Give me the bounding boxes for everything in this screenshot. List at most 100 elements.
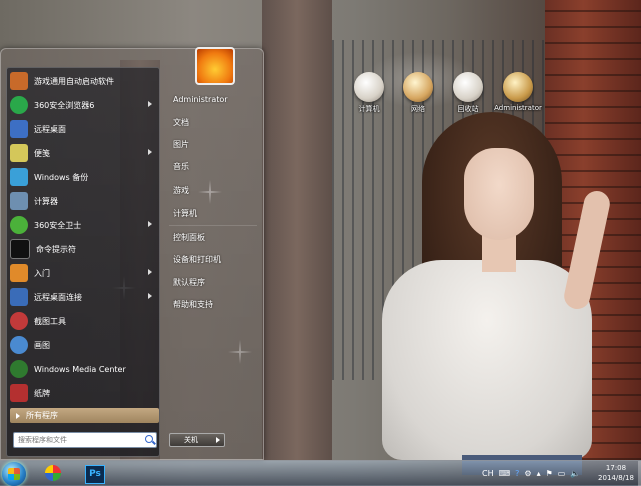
menu-divider — [169, 225, 257, 226]
clock-date: 2014/8/18 — [598, 474, 634, 482]
desktop-icon-recycle-bin[interactable]: 回收站 — [442, 72, 494, 114]
keyboard-icon[interactable]: ⌨ — [499, 469, 511, 478]
user-folder-icon — [503, 72, 533, 102]
program-label: 入门 — [34, 268, 50, 278]
game-launcher-icon — [10, 72, 28, 90]
desktop-icon-administrator[interactable]: Administrator — [492, 72, 544, 112]
program-item[interactable]: 360安全浏览器6 — [10, 94, 156, 116]
right-item-music[interactable]: 音乐 — [173, 161, 189, 172]
computer-icon — [354, 72, 384, 102]
wallpaper-blouse — [382, 260, 592, 460]
taskbar: Ps CH ⌨ ? ⚙ ▴ ⚑ ▭ 🔈 17:08 2014/8/18 — [0, 460, 641, 486]
clock-time: 17:08 — [605, 464, 627, 472]
network-icon — [403, 72, 433, 102]
submenu-arrow-icon[interactable] — [148, 221, 152, 227]
submenu-arrow-icon[interactable] — [148, 149, 152, 155]
shutdown-button[interactable]: 关机 — [169, 433, 213, 447]
wallpaper-girl-photo — [352, 110, 613, 475]
program-item[interactable]: 截图工具 — [10, 310, 156, 332]
taskbar-app-button[interactable] — [38, 463, 68, 484]
paint-icon — [10, 336, 28, 354]
all-programs-label: 所有程序 — [26, 411, 58, 420]
remote-desktop-connection-icon — [10, 288, 28, 306]
right-item-default-programs[interactable]: 默认程序 — [173, 277, 205, 288]
remote-desktop-icon — [10, 120, 28, 138]
desktop-icon-label: Administrator — [494, 104, 542, 112]
search-input[interactable] — [18, 433, 138, 447]
ime-indicator[interactable]: CH — [482, 469, 494, 478]
program-label: 远程桌面 — [34, 124, 66, 134]
calculator-icon — [10, 192, 28, 210]
program-item[interactable]: 远程桌面 — [10, 118, 156, 140]
program-item[interactable]: 远程桌面连接 — [10, 286, 156, 308]
search-icon[interactable] — [145, 435, 153, 443]
desktop-icon-network[interactable]: 网络 — [392, 72, 444, 114]
desktop-icon-computer[interactable]: 计算机 — [343, 72, 395, 114]
program-item[interactable]: 画图 — [10, 334, 156, 356]
program-label: 360安全卫士 — [34, 220, 82, 230]
program-item[interactable]: 纸牌 — [10, 382, 156, 404]
system-tray: CH ⌨ ? ⚙ ▴ ⚑ ▭ 🔈 — [482, 466, 592, 481]
settings-icon[interactable]: ⚙ — [524, 469, 531, 478]
shutdown-options-arrow-icon[interactable] — [212, 433, 225, 447]
wallpaper-face — [464, 148, 534, 240]
program-label: 计算器 — [34, 196, 58, 206]
user-account-picture[interactable] — [195, 47, 235, 85]
wallpaper-arm — [561, 188, 613, 312]
right-item-documents[interactable]: 文档 — [173, 117, 189, 128]
start-menu-programs-pane: 游戏通用自动启动软件 360安全浏览器6 远程桌面 便笺 Windows 备份 … — [6, 67, 160, 457]
right-item-user[interactable]: Administrator — [173, 95, 228, 104]
program-label: 截图工具 — [34, 316, 66, 326]
360-security-icon — [10, 216, 28, 234]
action-center-flag-icon[interactable]: ⚑ — [546, 469, 553, 478]
all-programs-button[interactable]: 所有程序 — [10, 408, 159, 423]
program-label: 便笺 — [34, 148, 50, 158]
program-label: 游戏通用自动启动软件 — [34, 76, 114, 86]
program-item[interactable]: 游戏通用自动启动软件 — [10, 70, 156, 92]
program-label: Windows Media Center — [34, 364, 126, 374]
right-item-games[interactable]: 游戏 — [173, 185, 189, 196]
volume-icon[interactable]: 🔈 — [570, 469, 580, 478]
right-item-computer[interactable]: 计算机 — [173, 208, 197, 219]
program-item[interactable]: Windows Media Center — [10, 358, 156, 380]
chevron-up-icon[interactable]: ▴ — [537, 469, 541, 478]
snipping-tool-icon — [10, 312, 28, 330]
program-item[interactable]: Windows 备份 — [10, 166, 156, 188]
program-item[interactable]: 360安全卫士 — [10, 214, 156, 236]
getting-started-icon — [10, 264, 28, 282]
arrow-right-icon — [16, 412, 20, 419]
program-item[interactable]: 计算器 — [10, 190, 156, 212]
right-item-help-support[interactable]: 帮助和支持 — [173, 299, 213, 310]
right-item-devices-printers[interactable]: 设备和打印机 — [173, 254, 221, 265]
wallpaper-pillar — [262, 0, 332, 460]
picasa-like-app-icon — [45, 465, 61, 481]
program-label: 纸牌 — [34, 388, 50, 398]
program-label: Windows 备份 — [34, 172, 89, 182]
right-item-control-panel[interactable]: 控制面板 — [173, 232, 205, 243]
program-item[interactable]: 命令提示符 — [10, 238, 156, 260]
help-icon[interactable]: ? — [515, 469, 519, 478]
start-search-box[interactable] — [13, 432, 157, 448]
start-menu: 游戏通用自动启动软件 360安全浏览器6 远程桌面 便笺 Windows 备份 … — [0, 47, 264, 460]
sticky-notes-icon — [10, 144, 28, 162]
desktop-icon-label: 网络 — [411, 105, 425, 113]
taskbar-app-button[interactable]: Ps — [80, 463, 110, 484]
media-center-icon — [10, 360, 28, 378]
program-label: 远程桌面连接 — [34, 292, 82, 302]
submenu-arrow-icon[interactable] — [148, 101, 152, 107]
clock[interactable]: 17:08 2014/8/18 — [594, 463, 638, 483]
network-tray-icon[interactable]: ▭ — [558, 469, 566, 478]
submenu-arrow-icon[interactable] — [148, 293, 152, 299]
program-item[interactable]: 入门 — [10, 262, 156, 284]
program-label: 360安全浏览器6 — [34, 100, 95, 110]
desktop-icon-label: 回收站 — [457, 105, 479, 113]
program-label: 命令提示符 — [36, 244, 76, 254]
solitaire-icon — [10, 384, 28, 402]
photoshop-icon: Ps — [85, 465, 105, 484]
command-prompt-icon — [10, 239, 30, 259]
submenu-arrow-icon[interactable] — [148, 269, 152, 275]
program-label: 画图 — [34, 340, 50, 350]
program-item[interactable]: 便笺 — [10, 142, 156, 164]
start-button[interactable] — [2, 462, 26, 486]
right-item-pictures[interactable]: 图片 — [173, 139, 189, 150]
